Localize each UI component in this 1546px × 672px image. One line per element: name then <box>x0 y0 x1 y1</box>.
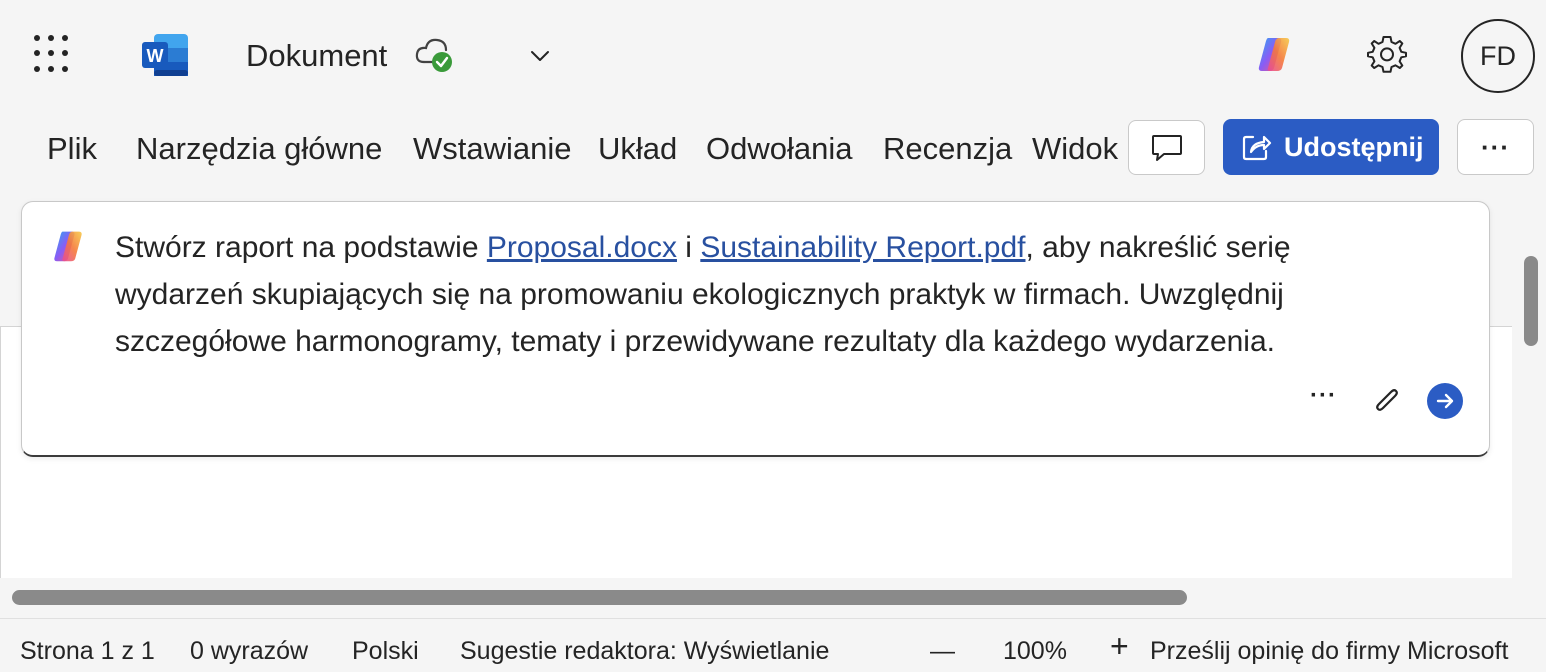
send-button[interactable] <box>1427 383 1463 419</box>
file-link-proposal[interactable]: Proposal.docx <box>487 231 677 264</box>
copilot-icon[interactable] <box>1254 34 1294 74</box>
paperclip-icon[interactable] <box>1370 385 1402 417</box>
vertical-scrollbar[interactable] <box>1524 256 1538 346</box>
word-count[interactable]: 0 wyrazów <box>190 636 308 666</box>
copilot-icon <box>54 231 82 262</box>
chevron-down-icon[interactable] <box>526 42 554 70</box>
ribbon-tabs: Plik Narzędzia główne Wstawianie Układ O… <box>0 110 1546 190</box>
language-indicator[interactable]: Polski <box>352 636 419 666</box>
share-button-label: Udostępnij <box>1284 131 1424 162</box>
share-button[interactable]: Udostępnij <box>1223 119 1439 175</box>
title-bar: W Dokument FD <box>0 0 1546 110</box>
status-bar: Strona 1 z 1 0 wyrazów Polski Sugestie r… <box>0 618 1546 672</box>
send-arrow-icon <box>1436 393 1454 409</box>
feedback-link[interactable]: Prześlij opinię do firmy Microsoft <box>1150 636 1508 666</box>
tab-file[interactable]: Plik <box>47 130 97 168</box>
comments-button[interactable] <box>1128 120 1205 175</box>
tab-layout[interactable]: Układ <box>598 130 677 168</box>
word-logo-icon[interactable]: W <box>140 32 190 78</box>
copilot-prompt-card: Stwórz raport na podstawie Proposal.docx… <box>21 201 1490 457</box>
page-count[interactable]: Strona 1 z 1 <box>20 636 155 666</box>
tab-home[interactable]: Narzędzia główne <box>136 130 382 168</box>
document-title[interactable]: Dokument <box>246 36 387 76</box>
tab-references[interactable]: Odwołania <box>706 130 852 168</box>
cloud-saved-icon[interactable] <box>414 36 456 74</box>
avatar[interactable]: FD <box>1461 19 1535 93</box>
file-link-sustainability-report[interactable]: Sustainability Report.pdf <box>700 231 1025 264</box>
prompt-input[interactable]: Stwórz raport na podstawie Proposal.docx… <box>115 224 1395 365</box>
svg-text:W: W <box>147 46 164 66</box>
tab-insert[interactable]: Wstawianie <box>413 130 572 168</box>
tab-review[interactable]: Recenzja <box>883 130 1012 168</box>
zoom-out-button[interactable]: — <box>930 636 955 666</box>
horizontal-scrollbar[interactable] <box>12 590 1187 605</box>
app-launcher-icon[interactable] <box>34 35 72 73</box>
prompt-text-middle: i <box>676 231 701 264</box>
editor-suggestions[interactable]: Sugestie redaktora: Wyświetlanie <box>460 636 829 666</box>
gear-icon[interactable] <box>1366 33 1408 75</box>
more-options-button[interactable]: ··· <box>1457 119 1534 175</box>
zoom-in-button[interactable]: + <box>1110 630 1129 662</box>
share-icon <box>1242 135 1272 161</box>
prompt-text-start: Stwórz raport na podstawie <box>115 231 487 264</box>
zoom-level[interactable]: 100% <box>1003 636 1067 666</box>
prompt-more-button[interactable]: ··· <box>1310 382 1337 410</box>
comment-icon <box>1151 134 1182 161</box>
tab-view[interactable]: Widok <box>1032 130 1118 168</box>
